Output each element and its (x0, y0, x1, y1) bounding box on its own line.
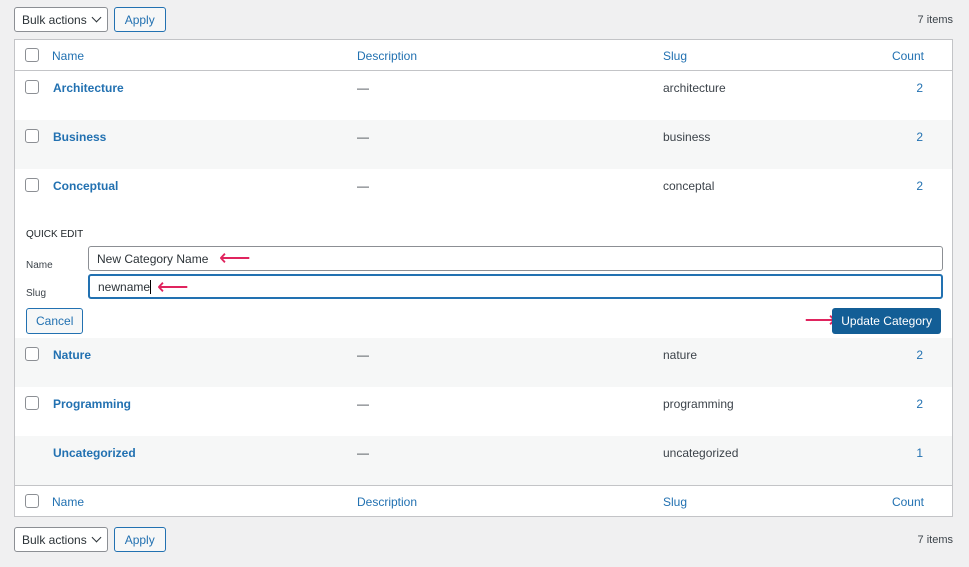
slug-label: Slug (26, 288, 47, 299)
category-description: — (357, 179, 369, 193)
category-description: — (357, 446, 369, 460)
column-name[interactable]: Name (52, 49, 84, 63)
select-all-checkbox[interactable] (25, 494, 39, 508)
chevron-down-icon (91, 532, 102, 543)
category-name-link[interactable]: Business (53, 130, 106, 144)
table-row: Business — business 2 (15, 120, 952, 169)
arrow-left-icon: ⟵ (219, 245, 251, 270)
slug-input[interactable]: newname ⟵ (88, 274, 943, 299)
row-checkbox[interactable] (25, 80, 39, 94)
table-row: Uncategorized — uncategorized 1 (15, 436, 952, 485)
cancel-button[interactable]: Cancel (26, 308, 84, 334)
slug-input-value: newname (98, 279, 151, 294)
quick-edit-panel: QUICK EDIT Name New Category Name ⟵ Slug … (15, 218, 952, 338)
row-checkbox[interactable] (25, 178, 39, 192)
category-name-link[interactable]: Architecture (53, 81, 124, 95)
bulk-actions-select[interactable]: Bulk actions (14, 527, 108, 552)
chevron-down-icon (91, 12, 102, 23)
category-count-link[interactable]: 1 (916, 446, 923, 460)
bulk-actions-select[interactable]: Bulk actions (14, 7, 108, 32)
category-count-link[interactable]: 2 (916, 348, 923, 362)
name-label: Name (26, 260, 53, 271)
category-slug: conceptal (663, 179, 715, 193)
category-count-link[interactable]: 2 (916, 130, 923, 144)
category-slug: architecture (663, 81, 726, 95)
category-name-link[interactable]: Programming (53, 397, 131, 411)
category-slug: programming (663, 397, 734, 411)
column-name[interactable]: Name (52, 495, 84, 509)
category-description: — (357, 81, 369, 95)
category-slug: business (663, 130, 711, 144)
table-row: Architecture — architecture 2 (15, 71, 952, 120)
apply-button[interactable]: Apply (113, 527, 166, 552)
table-row: Programming — programming 2 (15, 387, 952, 436)
category-name-link[interactable]: Nature (53, 348, 91, 362)
category-description: — (357, 348, 369, 362)
quick-edit-title: QUICK EDIT (26, 229, 84, 240)
top-tablenav: Bulk actions Apply 7 items (14, 7, 953, 32)
category-description: — (357, 130, 369, 144)
text-cursor (150, 279, 152, 294)
category-description: — (357, 397, 369, 411)
category-count-link[interactable]: 2 (916, 397, 923, 411)
column-slug[interactable]: Slug (663, 495, 687, 509)
category-name-link[interactable]: Conceptual (53, 179, 118, 193)
name-input[interactable]: New Category Name ⟵ (88, 246, 943, 271)
select-all-checkbox[interactable] (25, 48, 39, 62)
items-count: 7 items (917, 13, 953, 26)
table-footer: Name Description Slug Count (15, 485, 952, 516)
bulk-actions-label: Bulk actions (22, 532, 87, 547)
apply-button[interactable]: Apply (113, 7, 166, 32)
category-slug: uncategorized (663, 446, 739, 460)
column-count[interactable]: Count (892, 495, 924, 509)
row-checkbox[interactable] (25, 396, 39, 410)
column-slug[interactable]: Slug (663, 49, 687, 63)
arrow-right-icon: ⟶ (804, 307, 836, 332)
category-name-link[interactable]: Uncategorized (53, 446, 136, 460)
column-count[interactable]: Count (892, 49, 924, 63)
category-count-link[interactable]: 2 (916, 179, 923, 193)
name-input-value: New Category Name (97, 251, 209, 266)
table-row: Nature — nature 2 (15, 338, 952, 387)
bulk-actions-label: Bulk actions (22, 12, 87, 27)
update-category-button[interactable]: Update Category (832, 308, 941, 334)
categories-table: Name Description Slug Count Architecture… (14, 39, 953, 517)
category-count-link[interactable]: 2 (916, 81, 923, 95)
category-slug: nature (663, 348, 698, 362)
bottom-tablenav: Bulk actions Apply 7 items (14, 527, 953, 552)
row-checkbox[interactable] (25, 347, 39, 361)
column-description[interactable]: Description (357, 495, 417, 509)
column-description[interactable]: Description (357, 49, 417, 63)
table-row: Conceptual — conceptal 2 (15, 169, 952, 218)
table-header: Name Description Slug Count (15, 40, 952, 71)
items-count: 7 items (917, 533, 953, 546)
arrow-left-icon: ⟵ (157, 274, 189, 299)
row-checkbox[interactable] (25, 129, 39, 143)
